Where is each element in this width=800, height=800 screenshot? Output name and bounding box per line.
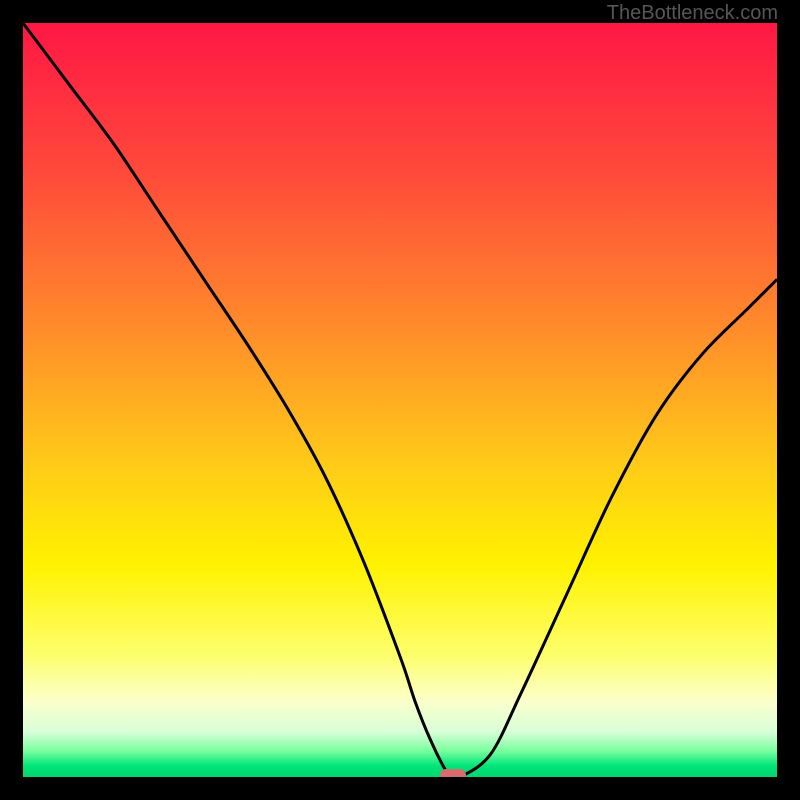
chart-canvas: TheBottleneck.com xyxy=(0,0,800,800)
watermark-text: TheBottleneck.com xyxy=(607,2,778,25)
optimal-marker xyxy=(440,769,466,777)
plot-area xyxy=(23,23,777,777)
bottleneck-curve xyxy=(23,23,777,777)
